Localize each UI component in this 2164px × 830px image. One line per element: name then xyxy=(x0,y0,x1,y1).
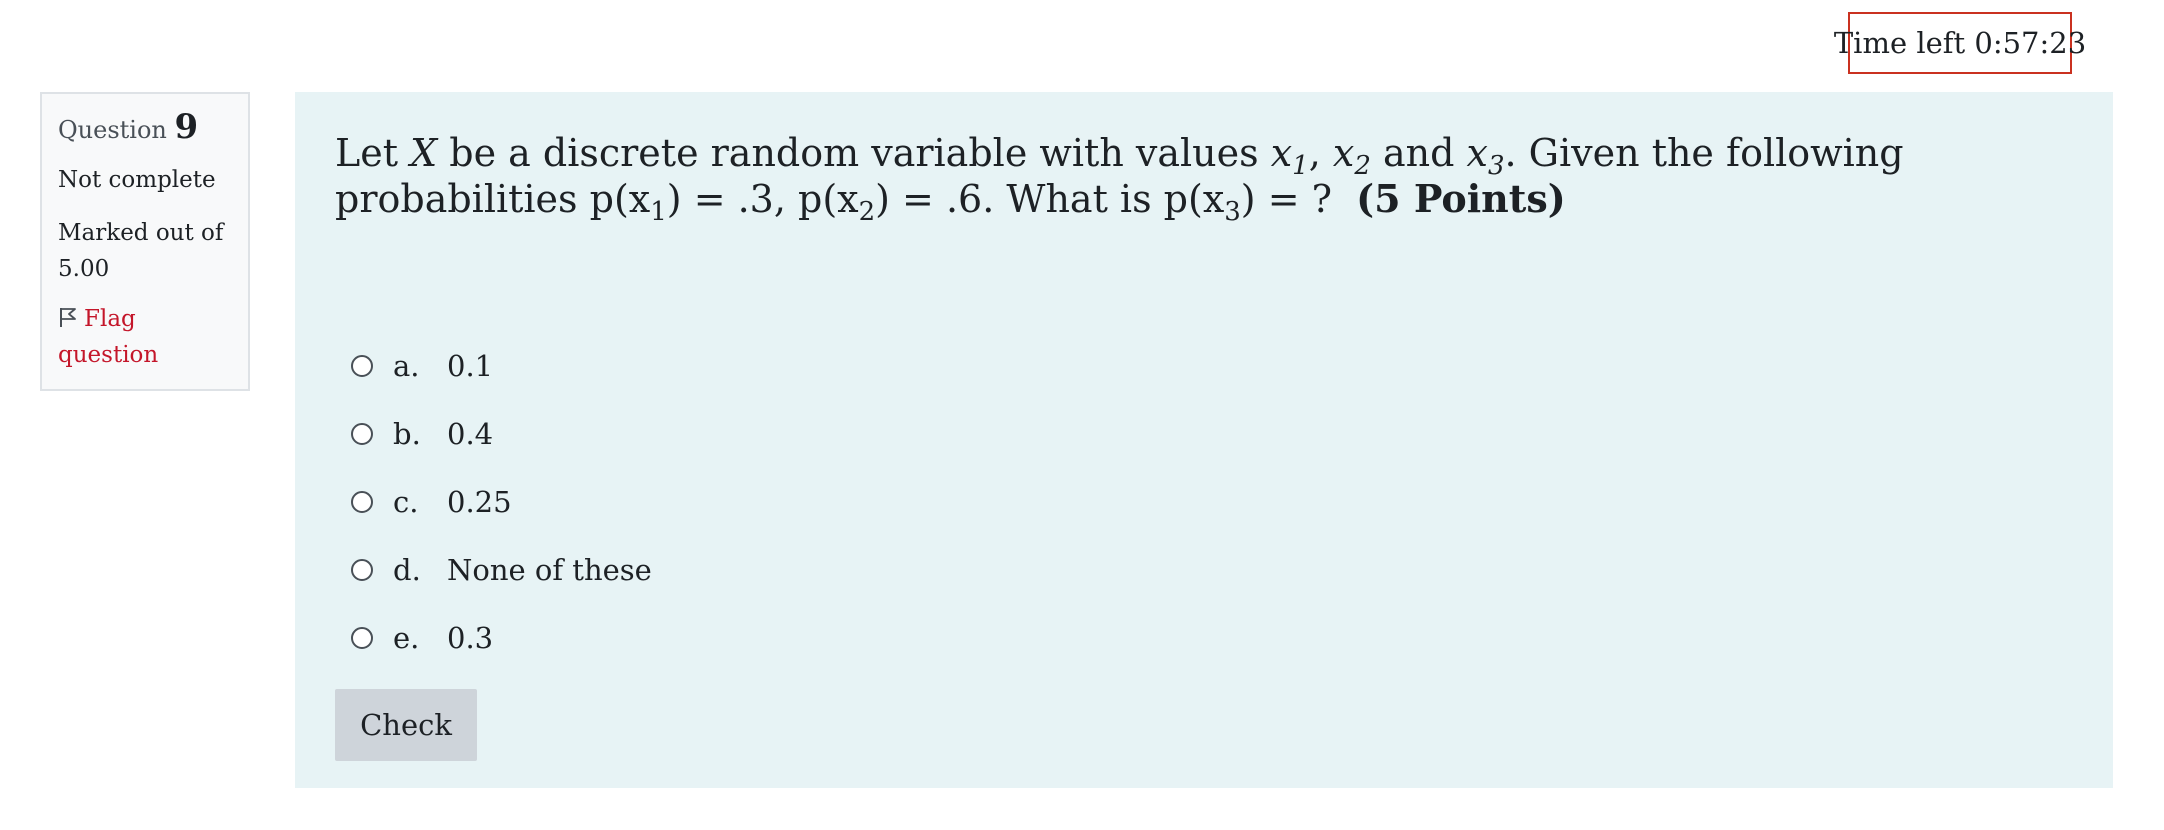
radio-button[interactable] xyxy=(351,355,373,377)
question-text: Let X be a discrete random variable with… xyxy=(335,131,1904,227)
time-left-display: Time left 0:57:23 xyxy=(1834,12,2086,74)
grade-value: 5.00 xyxy=(58,256,110,282)
option-letter: a. xyxy=(393,349,420,383)
option-text: 0.25 xyxy=(447,485,512,519)
question-number: Question 9 xyxy=(58,108,234,149)
answer-option-c[interactable]: c. 0.25 xyxy=(351,468,652,536)
question-content: Let X be a discrete random variable with… xyxy=(295,92,2113,788)
option-letter: d. xyxy=(393,553,421,587)
flag-label-line2: question xyxy=(58,342,159,368)
option-text: 0.4 xyxy=(447,417,494,451)
question-prefix: Question xyxy=(58,116,167,144)
option-text: 0.1 xyxy=(447,349,494,383)
question-state: Not complete xyxy=(58,167,216,193)
radio-button[interactable] xyxy=(351,627,373,649)
question-number-value: 9 xyxy=(174,107,199,147)
radio-button[interactable] xyxy=(351,559,373,581)
option-text: None of these xyxy=(447,553,652,587)
question-info-panel: Question 9 Not complete Marked out of 5.… xyxy=(40,92,250,391)
answer-option-a[interactable]: a. 0.1 xyxy=(351,332,652,400)
timer-label: Time left xyxy=(1833,26,1966,60)
flag-question-link[interactable]: Flag question xyxy=(58,301,234,373)
flag-label-line1: Flag xyxy=(84,306,136,332)
check-button[interactable]: Check xyxy=(335,689,477,761)
radio-button[interactable] xyxy=(351,423,373,445)
question-grade: Marked out of 5.00 xyxy=(58,215,234,287)
answer-option-b[interactable]: b. 0.4 xyxy=(351,400,652,468)
option-letter: b. xyxy=(393,417,421,451)
grade-label: Marked out of xyxy=(58,220,224,246)
option-text: 0.3 xyxy=(447,621,494,655)
option-letter: e. xyxy=(393,621,420,655)
answer-option-e[interactable]: e. 0.3 xyxy=(351,604,652,672)
timer-value: 0:57:23 xyxy=(1974,26,2087,60)
flag-icon xyxy=(58,306,84,332)
question-points: (5 Points) xyxy=(1356,176,1566,221)
option-letter: c. xyxy=(393,485,419,519)
answer-options: a. 0.1 b. 0.4 c. 0.25 d. None of these e… xyxy=(351,332,652,672)
answer-option-d[interactable]: d. None of these xyxy=(351,536,652,604)
radio-button[interactable] xyxy=(351,491,373,513)
